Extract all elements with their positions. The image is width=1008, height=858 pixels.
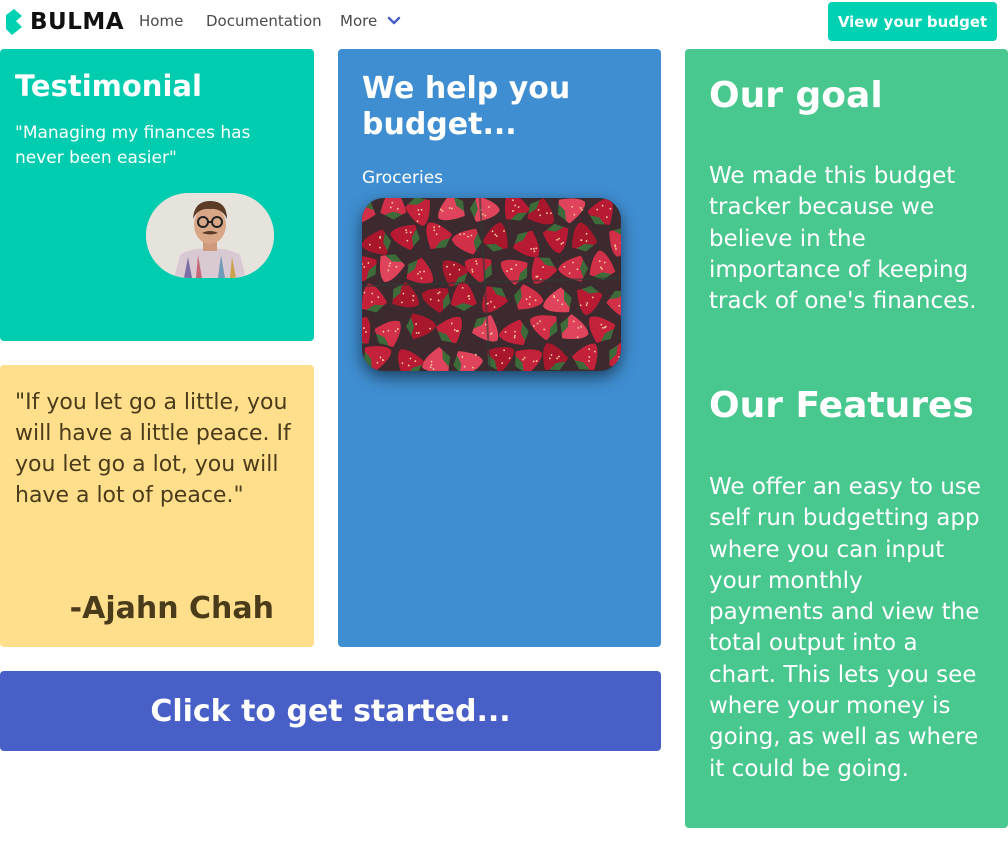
get-started-label: Click to get started... (150, 693, 511, 729)
testimonial-avatar (146, 193, 274, 278)
quote-text: "If you let go a little, you will have a… (15, 390, 291, 508)
strawberry-icon (362, 198, 621, 371)
goal-card: Our goal We made this budget tracker bec… (685, 49, 1008, 828)
goal-title: Our goal (709, 75, 883, 116)
nav-home-link[interactable]: Home (139, 12, 183, 30)
nav-more-dropdown[interactable]: More (340, 12, 401, 30)
view-budget-button[interactable]: View your budget (828, 2, 997, 41)
quote-card: "If you let go a little, you will have a… (0, 365, 314, 647)
help-budget-card: We help you budget... Groceries (338, 49, 661, 647)
person-photo-icon (146, 193, 274, 278)
bulma-logo-icon (6, 9, 22, 35)
help-title: We help you budget... (362, 71, 571, 142)
goal-text: We made this budget tracker because we b… (709, 163, 977, 315)
testimonial-title: Testimonial (15, 69, 202, 103)
features-text: We offer an easy to use self run budgett… (709, 474, 981, 782)
chevron-down-icon (387, 16, 401, 25)
brand-logo[interactable]: BULMA (4, 8, 124, 36)
features-title: Our Features (709, 385, 974, 426)
nav-documentation-link[interactable]: Documentation (206, 12, 322, 30)
brand-name: BULMA (30, 9, 125, 35)
groceries-label: Groceries (362, 168, 444, 188)
get-started-button[interactable]: Click to get started... (0, 671, 661, 751)
testimonial-card: Testimonial "Managing my finances has ne… (0, 49, 314, 341)
quote-author: -Ajahn Chah (69, 591, 274, 626)
strawberries-image (362, 198, 621, 371)
navbar: BULMA Home Documentation More View your … (0, 0, 1008, 44)
testimonial-text: "Managing my finances has never been eas… (15, 123, 251, 168)
nav-more-label: More (340, 12, 378, 30)
